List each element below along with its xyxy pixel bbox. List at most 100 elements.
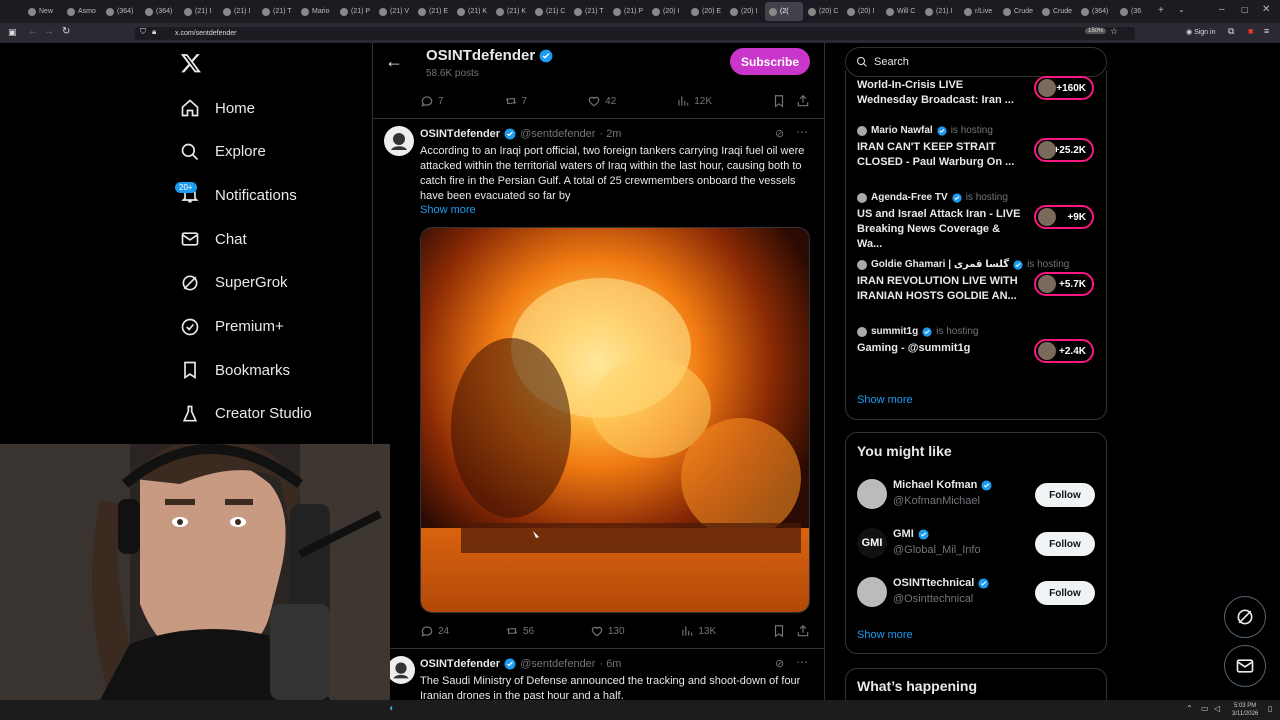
nav-item-creator-studio[interactable]: Creator Studio	[180, 399, 312, 429]
back-icon[interactable]: ←	[28, 26, 38, 37]
grok-icon[interactable]: ⊘	[775, 657, 784, 670]
share-icon[interactable]	[796, 624, 810, 638]
follow-button[interactable]: Follow	[1035, 483, 1095, 507]
browser-tab[interactable]: (21) E	[414, 2, 452, 21]
volume-icon[interactable]: ◁	[1214, 704, 1220, 713]
browser-tab[interactable]: (20) E	[687, 2, 725, 21]
avatar[interactable]	[384, 126, 414, 156]
follow-button[interactable]: Follow	[1035, 581, 1095, 605]
repost-button[interactable]: 56	[505, 624, 534, 638]
browser-tab[interactable]: (364)	[1077, 2, 1115, 21]
suggested-user-row[interactable]: Michael Kofman @KofmanMichael Follow	[857, 477, 1095, 513]
x-logo-icon[interactable]	[180, 52, 202, 74]
menu-icon[interactable]: ≡	[1264, 26, 1269, 36]
sign-in-button[interactable]: ◉ Sign in	[1186, 28, 1215, 36]
grok-icon[interactable]: ⊘	[775, 127, 784, 140]
suggested-user-row[interactable]: GMI GMI @Global_Mil_Info Follow	[857, 526, 1095, 562]
more-icon[interactable]: ⋯	[796, 655, 808, 669]
subscribe-button[interactable]: Subscribe	[730, 48, 810, 75]
space-title[interactable]: IRAN CAN'T KEEP STRAIT CLOSED - Paul War…	[857, 140, 1027, 170]
nav-item-supergrok[interactable]: SuperGrok	[180, 268, 288, 298]
tray-chevron-icon[interactable]: ⌃	[1186, 704, 1193, 713]
avatar[interactable]: GMI	[857, 528, 887, 558]
avatar[interactable]	[387, 656, 415, 684]
space-host[interactable]: summit1g is hosting	[857, 326, 978, 337]
spaces-show-more[interactable]: Show more	[857, 394, 913, 406]
tab-list-icon[interactable]: ⌄	[1178, 5, 1185, 14]
notification-center-icon[interactable]: ▯	[1268, 704, 1272, 713]
author-handle[interactable]: @sentdefender	[520, 658, 595, 670]
tweet-time[interactable]: · 2m	[599, 128, 621, 140]
nav-item-home[interactable]: Home	[180, 93, 255, 123]
zoom-badge[interactable]: 150%	[1085, 28, 1107, 34]
browser-tab[interactable]: (21) I	[921, 2, 959, 21]
browser-tab[interactable]: (21) C	[531, 2, 569, 21]
browser-tab[interactable]: Crude	[999, 2, 1037, 21]
browser-tab[interactable]: (21) P	[609, 2, 647, 21]
browser-tab[interactable]: Crude	[1038, 2, 1076, 21]
browser-tab[interactable]: (21) K	[492, 2, 530, 21]
space-listeners-pill[interactable]: +25.2K	[1034, 138, 1094, 162]
browser-tab[interactable]: Asmo	[63, 2, 101, 21]
avatar[interactable]	[857, 479, 887, 509]
browser-tab[interactable]: (21) I	[180, 2, 218, 21]
more-icon[interactable]: ⋯	[796, 125, 808, 139]
might-like-show-more[interactable]: Show more	[857, 629, 913, 641]
browser-tab[interactable]: (20) C	[804, 2, 842, 21]
back-arrow-icon[interactable]: ←	[385, 51, 403, 72]
reload-icon[interactable]: ↻	[62, 26, 70, 37]
browser-tab[interactable]: (2(	[765, 2, 803, 21]
shield-icon[interactable]: ⛉	[140, 27, 146, 37]
network-icon[interactable]: ▭	[1201, 704, 1209, 713]
space-title[interactable]: World-In-Crisis LIVE Wednesday Broadcast…	[857, 78, 1027, 108]
browser-tab[interactable]: (21) T	[258, 2, 296, 21]
views-button[interactable]: 12K	[676, 94, 712, 108]
browser-tab[interactable]: r/Live	[960, 2, 998, 21]
bookmark-icon[interactable]	[772, 624, 786, 638]
repost-button[interactable]: 7	[504, 94, 527, 108]
space-host[interactable]: Mario Nawfal is hosting	[857, 125, 993, 136]
messages-fab-button[interactable]	[1224, 645, 1266, 687]
maximize-icon[interactable]: ▢	[1241, 5, 1249, 14]
reply-button[interactable]: 24	[420, 624, 449, 638]
space-listeners-pill[interactable]: +2.4K	[1034, 339, 1094, 363]
browser-tab[interactable]: (20) I	[648, 2, 686, 21]
space-host[interactable]: Goldie Ghamari | گلسا قمری is hosting	[857, 259, 1069, 270]
share-icon[interactable]	[796, 94, 810, 108]
taskbar-app-icon[interactable]: ◖	[388, 703, 394, 714]
tweet-time[interactable]: · 6m	[599, 658, 621, 670]
views-button[interactable]: 13K	[680, 624, 716, 638]
show-more-link[interactable]: Show more	[420, 204, 476, 216]
author-name[interactable]: OSINTdefender	[420, 128, 500, 140]
suggested-user-row[interactable]: OSINTtechnical @Osinttechnical Follow	[857, 575, 1095, 611]
browser-tab[interactable]: (364)	[141, 2, 179, 21]
author-handle[interactable]: @sentdefender	[520, 128, 595, 140]
sidebar-toggle-icon[interactable]: ▣	[8, 27, 17, 38]
minimize-icon[interactable]: –	[1219, 4, 1225, 15]
browser-tab[interactable]: Will C	[882, 2, 920, 21]
browser-tab[interactable]: (21) V	[375, 2, 413, 21]
space-listeners-pill[interactable]: +160K	[1034, 76, 1094, 100]
browser-tab[interactable]: (364)	[102, 2, 140, 21]
reply-button[interactable]: 7	[420, 94, 444, 108]
browser-tab[interactable]: New	[24, 2, 62, 21]
system-clock[interactable]: 5:03 PM 3/11/2026	[1232, 702, 1258, 718]
browser-tab[interactable]: (21) P	[336, 2, 374, 21]
follow-button[interactable]: Follow	[1035, 532, 1095, 556]
nav-item-bookmarks[interactable]: Bookmarks	[180, 355, 290, 385]
space-title[interactable]: US and Israel Attack Iran - LIVE Breakin…	[857, 207, 1027, 252]
space-host[interactable]: Agenda-Free TV is hosting	[857, 192, 1008, 203]
space-listeners-pill[interactable]: +9K	[1034, 205, 1094, 229]
nav-item-notifications[interactable]: Notifications	[180, 180, 297, 210]
space-listeners-pill[interactable]: +5.7K	[1034, 272, 1094, 296]
grok-fab-button[interactable]	[1224, 596, 1266, 638]
like-button[interactable]: 130	[590, 624, 625, 638]
author-name[interactable]: OSINTdefender	[420, 658, 500, 670]
bookmark-star-icon[interactable]: ☆	[1110, 26, 1118, 37]
nav-item-explore[interactable]: Explore	[180, 137, 266, 167]
nav-item-premium[interactable]: Premium+	[180, 312, 284, 342]
forward-icon[interactable]: →	[44, 26, 54, 37]
lock-icon[interactable]: 🔒︎	[152, 27, 156, 37]
browser-tab[interactable]: (20) I	[843, 2, 881, 21]
avatar[interactable]	[857, 577, 887, 607]
